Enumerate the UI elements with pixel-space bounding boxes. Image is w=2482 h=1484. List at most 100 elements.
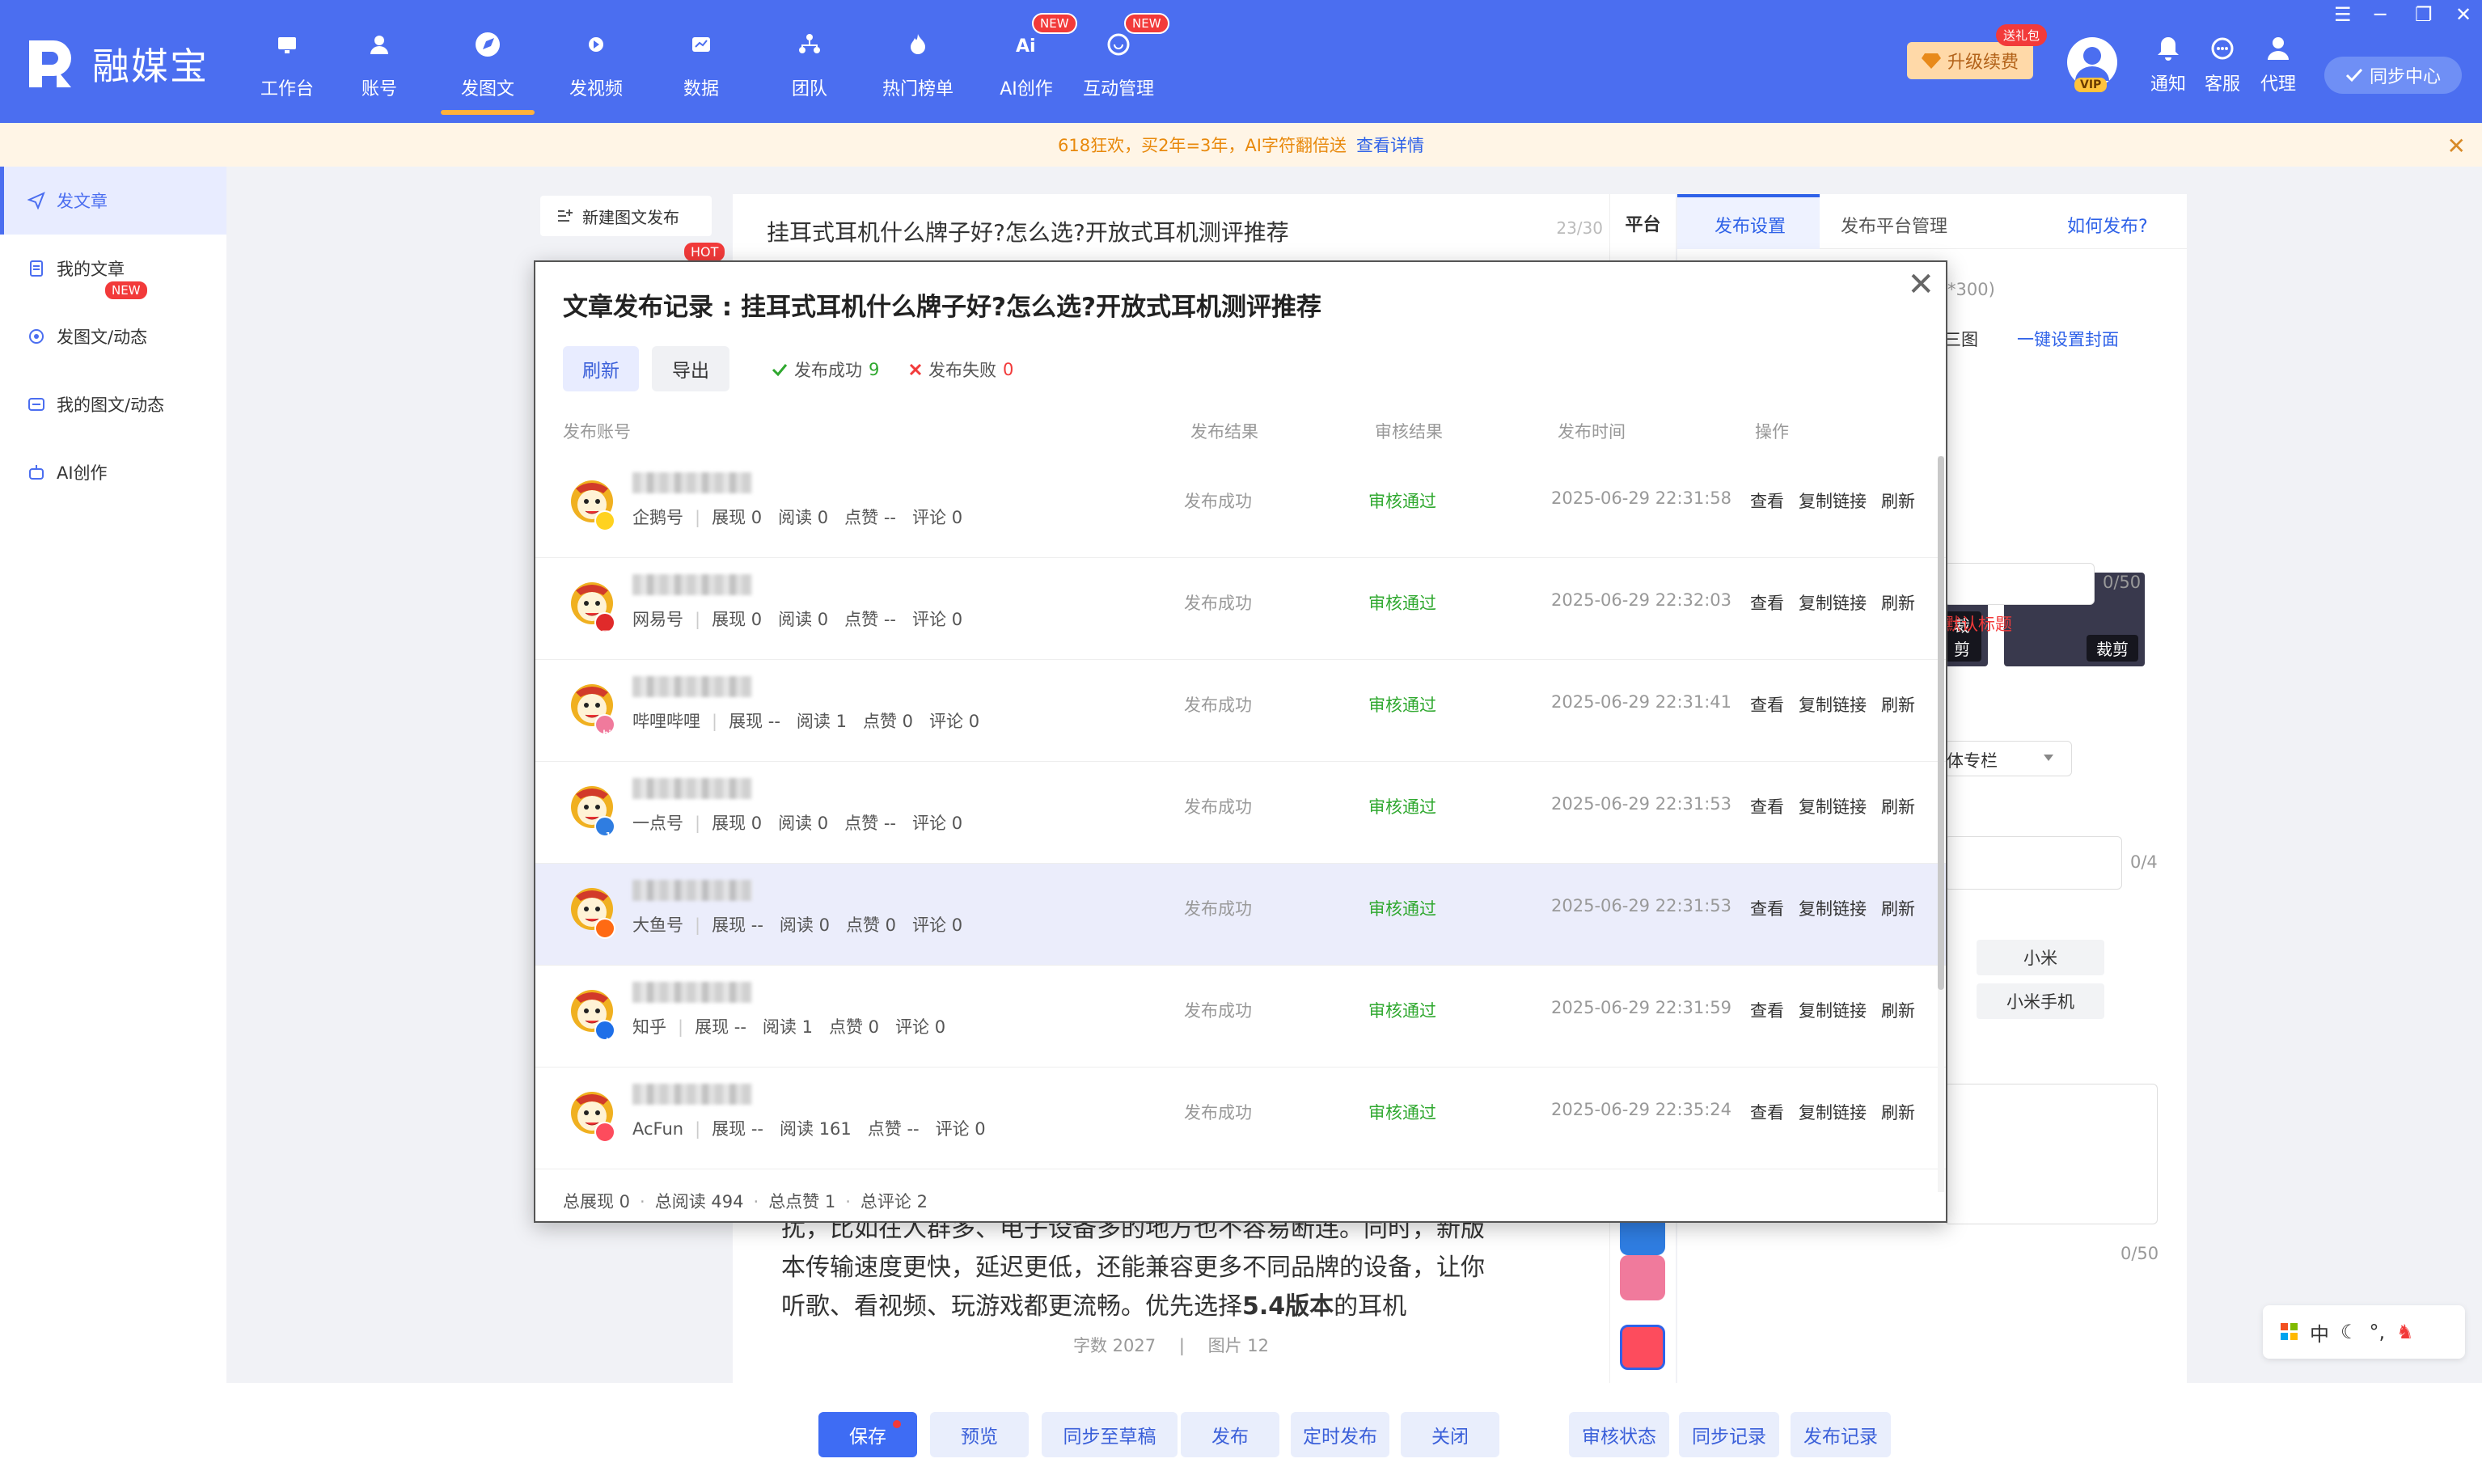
- nav-item-0[interactable]: 工作台: [243, 23, 332, 112]
- set-cover-link[interactable]: 一键设置封面: [2017, 327, 2119, 351]
- table-row[interactable]: AcFun | 展现 -- 阅读 161 点赞 -- 评论 0 发布成功 审核通过 2025-0…: [535, 1068, 1946, 1169]
- banner-close-icon[interactable]: ✕: [2447, 133, 2466, 159]
- row-refresh-link[interactable]: 刷新: [1881, 1100, 1915, 1124]
- table-row[interactable]: 网易 网易号 | 展现 0 阅读 0 点赞 -- 评论 0 发布成功 审核通过 2025-06-2…: [535, 558, 1946, 660]
- title-field[interactable]: [1944, 563, 2095, 605]
- row-refresh-link[interactable]: 刷新: [1881, 488, 1915, 513]
- copy-link-button[interactable]: 复制链接: [1799, 590, 1867, 615]
- metric-like: 点赞 --: [844, 814, 897, 833]
- table-row[interactable]: 知 知乎 | 展现 -- 阅读 1 点赞 0 评论 0 发布成功 审核通过 2025-06-29 …: [535, 966, 1946, 1068]
- sidebar-item-my-graphics[interactable]: 我的图文/动态: [0, 370, 226, 438]
- metric-comment: 评论 0: [912, 814, 963, 833]
- metric-read: 阅读 1: [762, 1017, 813, 1037]
- dialog-scrollbar[interactable]: [1938, 456, 1944, 1192]
- tab-publish-settings[interactable]: 发布设置: [1715, 212, 1786, 238]
- view-link[interactable]: 查看: [1750, 896, 1784, 920]
- tag-field[interactable]: [1944, 836, 2122, 890]
- ime-toolbar[interactable]: 中 ☾ °, ♞: [2263, 1305, 2465, 1359]
- close-button[interactable]: 关闭: [1401, 1412, 1499, 1457]
- upgrade-button[interactable]: 升级续费: [1907, 42, 2033, 79]
- table-row[interactable]: bili 哔哩哔哩 | 展现 -- 阅读 1 点赞 0 评论 0 发布成功 审核通过 2025-0…: [535, 660, 1946, 762]
- copy-link-button[interactable]: 复制链接: [1799, 896, 1867, 920]
- skin-icon[interactable]: ♞: [2396, 1321, 2414, 1343]
- save-button[interactable]: 保存: [818, 1412, 917, 1457]
- sync-center-button[interactable]: 同步中心: [2324, 57, 2462, 94]
- nav-item-7[interactable]: Ai AI创作 NEW: [982, 13, 1077, 112]
- table-row[interactable]: 1. 一点号 | 展现 0 阅读 0 点赞 -- 评论 0 发布成功 审核通过 2025-06-2…: [535, 762, 1946, 864]
- app-logo[interactable]: 融媒宝: [24, 37, 209, 91]
- agent-button[interactable]: 代理: [2250, 36, 2307, 95]
- metric-comment: 评论 0: [912, 610, 963, 629]
- service-button[interactable]: 客服: [2194, 36, 2251, 95]
- publish-time: 2025-06-29 22:31:58: [1551, 488, 1732, 508]
- sidebar-item-ai-creation[interactable]: AI创作: [0, 438, 226, 506]
- sidebar-item-post-graphic[interactable]: 发图文/动态: [0, 302, 226, 370]
- account-metrics: 网易号 | 展现 0 阅读 0 点赞 -- 评论 0: [632, 607, 979, 631]
- nav-new-badge: NEW: [1032, 13, 1077, 34]
- window-menu-icon[interactable]: ☰: [2334, 3, 2352, 26]
- view-link[interactable]: 查看: [1750, 488, 1784, 513]
- tab-platform-manage[interactable]: 发布平台管理: [1841, 212, 1947, 238]
- view-link[interactable]: 查看: [1750, 692, 1784, 717]
- promo-link[interactable]: 查看详情: [1356, 133, 1424, 157]
- export-button[interactable]: 导出: [652, 346, 729, 391]
- article-body[interactable]: 扰，比如在人群多、电子设备多的地方也不容易断连。同时，新版 本传输速度更快，延迟…: [781, 1210, 1509, 1326]
- nav-item-4[interactable]: 数据: [657, 23, 746, 112]
- sync-draft-button[interactable]: 同步至草稿: [1042, 1412, 1178, 1457]
- copy-link-button[interactable]: 复制链接: [1799, 794, 1867, 818]
- user-icon: [357, 23, 401, 66]
- platform-logo-bilibili-icon[interactable]: [1620, 1255, 1665, 1300]
- audit-status-button[interactable]: 审核状态: [1569, 1412, 1669, 1457]
- column-select[interactable]: 体专栏: [1944, 741, 2072, 776]
- nav-item-6[interactable]: 热门榜单: [873, 23, 962, 112]
- new-post-button[interactable]: 新建图文发布: [540, 196, 712, 236]
- minimize-icon[interactable]: ─: [2374, 3, 2386, 26]
- nav-item-3[interactable]: 发视频: [552, 23, 641, 112]
- table-row[interactable]: 大鱼号 | 展现 -- 阅读 0 点赞 0 评论 0 发布成功 审核通过 2025-06-29 …: [535, 864, 1946, 966]
- scrollbar-thumb[interactable]: [1938, 456, 1944, 990]
- view-link[interactable]: 查看: [1750, 794, 1784, 818]
- crop-button[interactable]: 裁剪: [2087, 635, 2138, 662]
- sidebar-item-post-article[interactable]: 发文章: [0, 167, 226, 235]
- gift-badge: 送礼包: [1996, 24, 2048, 46]
- platform-badge-text: 知: [606, 1038, 614, 1047]
- refresh-button[interactable]: 刷新: [563, 346, 639, 391]
- row-refresh-link[interactable]: 刷新: [1881, 692, 1915, 717]
- view-link[interactable]: 查看: [1750, 998, 1784, 1022]
- row-refresh-link[interactable]: 刷新: [1881, 896, 1915, 920]
- preview-button[interactable]: 预览: [930, 1412, 1029, 1457]
- nav-item-8[interactable]: 互动管理 NEW: [1074, 13, 1169, 112]
- sync-record-button[interactable]: 同步记录: [1679, 1412, 1779, 1457]
- publish-record-button[interactable]: 发布记录: [1791, 1412, 1891, 1457]
- nav-item-2[interactable]: 发图文: [441, 23, 535, 115]
- summary-field[interactable]: [1944, 1084, 2158, 1224]
- ime-lang[interactable]: 中: [2310, 1318, 2329, 1347]
- window-close-icon[interactable]: ✕: [2455, 3, 2471, 26]
- nav-item-5[interactable]: 团队: [765, 23, 854, 112]
- copy-link-button[interactable]: 复制链接: [1799, 998, 1867, 1022]
- notice-button[interactable]: 通知: [2140, 36, 2197, 95]
- copy-link-button[interactable]: 复制链接: [1799, 488, 1867, 513]
- tag-chip[interactable]: 小米: [1977, 940, 2104, 975]
- row-refresh-link[interactable]: 刷新: [1881, 794, 1915, 818]
- article-title-input[interactable]: 挂耳式耳机什么牌子好?怎么选?开放式耳机测评推荐: [767, 215, 1289, 247]
- publish-button[interactable]: 发布: [1181, 1412, 1279, 1457]
- copy-link-button[interactable]: 复制链接: [1799, 1100, 1867, 1124]
- tag-chip[interactable]: 小米手机: [1977, 983, 2104, 1019]
- how-to-publish-link[interactable]: 如何发布?: [2067, 212, 2148, 238]
- copy-link-button[interactable]: 复制链接: [1799, 692, 1867, 717]
- metric-shown: 展现 0: [712, 610, 763, 629]
- schedule-publish-button[interactable]: 定时发布: [1291, 1412, 1389, 1457]
- dialog-close-icon[interactable]: ✕: [1907, 268, 1934, 301]
- platform-logo-acfun-icon[interactable]: [1620, 1325, 1665, 1370]
- three-images-option[interactable]: 三图: [1944, 327, 1978, 351]
- view-link[interactable]: 查看: [1750, 590, 1784, 615]
- view-link[interactable]: 查看: [1750, 1100, 1784, 1124]
- restore-icon[interactable]: ❐: [2415, 3, 2433, 26]
- moon-icon[interactable]: ☾: [2340, 1321, 2358, 1343]
- nav-item-1[interactable]: 账号: [335, 23, 424, 112]
- table-row[interactable]: 企鹅号 | 展现 0 阅读 0 点赞 -- 评论 0 发布成功 审核通过 2025-06-29 …: [535, 456, 1946, 558]
- row-refresh-link[interactable]: 刷新: [1881, 590, 1915, 615]
- punctuation-icon[interactable]: °,: [2370, 1321, 2386, 1343]
- row-refresh-link[interactable]: 刷新: [1881, 998, 1915, 1022]
